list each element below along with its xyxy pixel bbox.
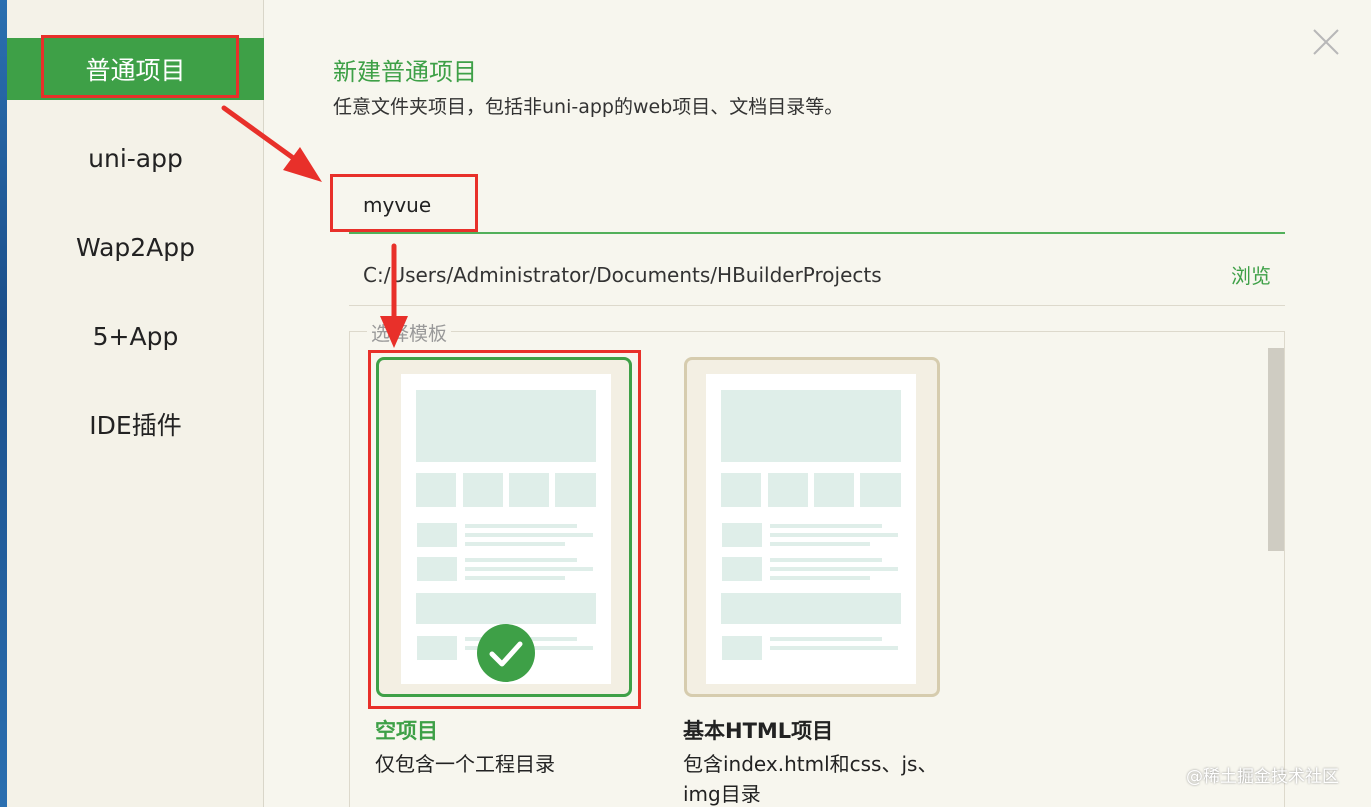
page-title: 新建普通项目	[333, 58, 477, 86]
close-icon	[1313, 29, 1339, 55]
sidebar-item-label: 5+App	[92, 321, 179, 351]
sidebar-item-label: 普通项目	[85, 56, 186, 85]
template-desc-basic-html: 包含index.html和css、js、img目录	[683, 752, 938, 806]
sidebar-item-label: Wap2App	[75, 232, 196, 262]
arrow-head	[283, 147, 322, 182]
project-path-field[interactable]: C:/Users/Administrator/Documents/HBuilde…	[363, 263, 882, 287]
sidebar-item-ide-plugin[interactable]: IDE插件	[7, 393, 264, 455]
sidebar-item-uni-app[interactable]: uni-app	[7, 127, 264, 189]
template-desc-empty-project: 仅包含一个工程目录	[375, 752, 555, 776]
project-path-row: C:/Users/Administrator/Documents/HBuilde…	[349, 244, 1285, 306]
sidebar-item-5plus-app[interactable]: 5+App	[7, 305, 264, 367]
check-circle-icon	[477, 624, 535, 682]
scrollbar-thumb[interactable]	[1268, 348, 1284, 551]
window-edge	[0, 0, 7, 807]
browse-button[interactable]: 浏览	[1231, 260, 1271, 289]
watermark: @稀土掘金技术社区	[1186, 767, 1339, 787]
sidebar-item-wap2app[interactable]: Wap2App	[7, 216, 264, 278]
template-group-label: 选择模板	[367, 319, 452, 346]
template-card-basic-html[interactable]	[684, 357, 940, 697]
page-template-icon	[706, 374, 916, 684]
project-name-input[interactable]	[349, 178, 1285, 234]
page-subtitle: 任意文件夹项目，包括非uni-app的web项目、文档目录等。	[333, 96, 844, 118]
template-title-empty-project: 空项目	[375, 719, 438, 743]
sidebar-item-label: uni-app	[88, 143, 183, 173]
sidebar-item-normal-project[interactable]: 普通项目	[7, 38, 264, 100]
template-scrollbar[interactable]	[1268, 348, 1284, 807]
template-card-empty-project[interactable]	[376, 357, 632, 697]
sidebar: 普通项目 uni-app Wap2App 5+App IDE插件	[7, 0, 264, 807]
sidebar-item-label: IDE插件	[89, 411, 182, 440]
close-button[interactable]	[1308, 24, 1344, 60]
template-title-basic-html: 基本HTML项目	[683, 719, 834, 743]
